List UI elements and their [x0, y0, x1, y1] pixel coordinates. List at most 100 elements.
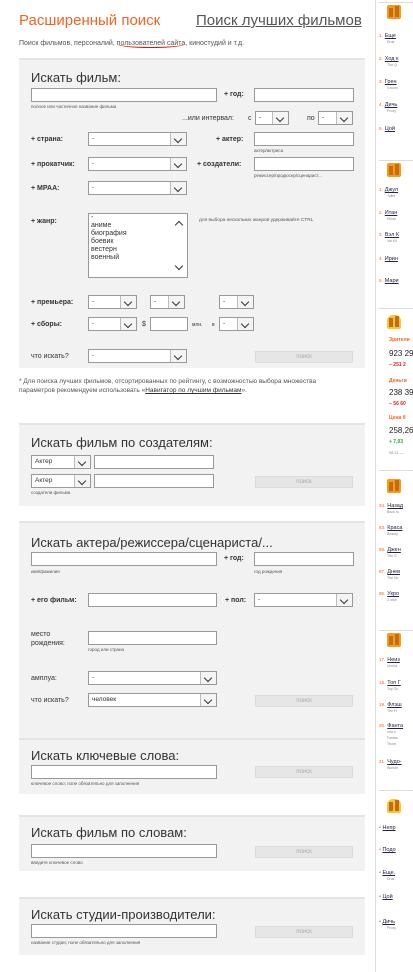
chevron-down-icon: [74, 456, 90, 468]
person-what-select[interactable]: человек: [88, 693, 217, 707]
sidebar-block-ratings: 34. Назад Back to 83. Краса Beauty 88. Джен Th…: [379, 470, 413, 620]
sidebar-item[interactable]: • Еще. Druk: [379, 870, 395, 882]
creators-search-button[interactable]: поиск: [255, 476, 353, 488]
film-search-title: Искать фильм:: [31, 70, 121, 85]
creator-name-input-1[interactable]: [94, 455, 214, 469]
sidebar-item[interactable]: 95. Укро 3 Idiot: [379, 591, 399, 603]
birth-year-input[interactable]: [254, 552, 354, 566]
what-value: -: [92, 352, 95, 359]
boxoffice-region-select[interactable]: -: [219, 317, 254, 331]
keywords-search-button[interactable]: поиск: [255, 766, 353, 778]
sidebar-item[interactable]: 2. Ход к The Q: [379, 56, 398, 68]
premiere-select-3[interactable]: -: [219, 295, 254, 309]
sidebar-item[interactable]: 3. Грен Groom: [379, 79, 398, 91]
country-select[interactable]: -: [88, 132, 187, 146]
sidebar-item[interactable]: 4. Дичь Proxy: [379, 102, 397, 114]
genre-listbox[interactable]: - аниме биография боевик вестерн военный: [88, 213, 188, 278]
film-name-input[interactable]: [31, 88, 217, 102]
distributor-value: -: [92, 160, 95, 167]
chevron-down-icon: [170, 182, 186, 194]
person-film-input[interactable]: [88, 593, 217, 607]
person-search-button[interactable]: поиск: [255, 695, 353, 707]
studios-search-button[interactable]: поиск: [255, 926, 353, 938]
sidebar-item[interactable]: 87. Днев The No: [379, 569, 400, 581]
chevron-down-icon: [336, 594, 352, 606]
sidebar-item[interactable]: 19. Флэш The Fl: [379, 702, 402, 714]
creators-search-panel: Искать фильм по создателям: Актер Актер …: [19, 423, 365, 506]
creator-role-select-2[interactable]: Актер: [31, 474, 91, 488]
item-subtitle: Back to: [387, 510, 399, 514]
sidebar-item[interactable]: 1. Еще Druk: [379, 33, 396, 45]
distributor-select[interactable]: -: [88, 157, 187, 171]
sidebar-item[interactable]: 2. Итан Ethan: [379, 210, 397, 222]
sidebar-item[interactable]: • Подо: [379, 847, 396, 853]
navigator-link[interactable]: Навигатор по лучшим фильмам: [145, 387, 241, 394]
rank: 88.: [379, 547, 386, 552]
item-title[interactable]: Непр: [382, 825, 395, 831]
premiere-select-1[interactable]: -: [88, 295, 137, 309]
genre-scrollbar[interactable]: [173, 214, 187, 277]
sidebar-item[interactable]: • Дичь Proxy: [379, 919, 396, 931]
sidebar-item[interactable]: 4. Ирин: [379, 256, 398, 262]
boxoffice-amount-input[interactable]: [150, 317, 188, 331]
sidebar-item[interactable]: 34. Назад Back to: [379, 503, 403, 515]
creators-input[interactable]: [254, 157, 354, 171]
what-select[interactable]: -: [88, 349, 187, 363]
chevron-down-icon: [336, 112, 352, 124]
sidebar-item[interactable]: 18. Топ Г Top Gu: [379, 680, 401, 692]
gender-select[interactable]: -: [254, 593, 353, 607]
birthplace-label-line: рождения:: [31, 640, 65, 647]
rank: 83.: [379, 525, 386, 530]
film-search-panel: Искать фильм: полное или частичное назва…: [19, 58, 365, 368]
sidebar-item[interactable]: 17. Неиз Uncha: [379, 657, 400, 669]
sidebar-item[interactable]: • Цой: [379, 894, 393, 900]
sidebar-item[interactable]: 5. Мари: [379, 278, 399, 284]
by-words-input[interactable]: [31, 844, 217, 858]
person-what-value: человек: [92, 696, 117, 703]
item-title[interactable]: Цой: [385, 126, 395, 132]
mpaa-select[interactable]: -: [88, 181, 187, 195]
item-subtitle: Wonde: [387, 766, 399, 770]
year-input[interactable]: [254, 88, 354, 102]
creator-name-input-2[interactable]: [94, 474, 214, 488]
person-search-title: Искать актера/режиссера/сценариста/...: [31, 535, 273, 550]
boxoffice-compare-select[interactable]: -: [88, 317, 137, 331]
sidebar-item[interactable]: 5. Цой: [379, 126, 395, 132]
sidebar-item[interactable]: 1. Джул Juliet: [379, 187, 398, 199]
mpaa-value: -: [92, 184, 95, 191]
sidebar-item[interactable]: 83. Краса Beauty: [379, 525, 402, 537]
gender-label: + пол:: [225, 597, 247, 604]
creator-role-select-1[interactable]: Актер: [31, 455, 91, 469]
film-search-button[interactable]: поиск: [255, 351, 353, 363]
person-search-panel: Искать актера/режиссера/сценариста/... и…: [19, 521, 365, 743]
role-select[interactable]: -: [88, 671, 217, 685]
studio-input[interactable]: [31, 924, 217, 938]
sidebar-item[interactable]: 3. Вэл К Val Kil: [379, 232, 399, 244]
keyword-input[interactable]: [31, 765, 217, 779]
item-title[interactable]: Мари: [385, 278, 399, 284]
birthplace-input[interactable]: [88, 631, 217, 645]
best-films-link[interactable]: Поиск лучших фильмов: [196, 12, 362, 29]
rank: 21.: [379, 759, 386, 764]
chevron-up-icon[interactable]: [174, 220, 184, 230]
genre-hint: для выбора нескольких жанров удерживайте…: [199, 218, 314, 223]
sidebar-item[interactable]: • Непр: [379, 825, 396, 831]
sidebar-item[interactable]: 21. Чудо- Wonde: [379, 759, 402, 771]
sidebar-item[interactable]: 88. Джен The G: [379, 547, 401, 559]
person-name-input[interactable]: [31, 552, 217, 566]
item-title[interactable]: Ирин: [385, 256, 398, 262]
premiere-select-2[interactable]: -: [150, 295, 185, 309]
item-title[interactable]: Цой: [382, 894, 392, 900]
bullet-icon: •: [379, 825, 381, 831]
chevron-down-icon[interactable]: [174, 261, 184, 271]
actor-input[interactable]: [254, 132, 354, 146]
interval-to-select[interactable]: -: [318, 111, 353, 125]
item-title[interactable]: Подо: [382, 847, 395, 853]
interval-from-select[interactable]: -: [255, 111, 289, 125]
person-name-hint: имя/фамилия: [31, 569, 60, 574]
sidebar-item[interactable]: 20. Фанта они о Fantas Thom: [379, 723, 403, 747]
gender-value: -: [258, 596, 261, 603]
item-subtitle: Top Gu: [387, 687, 399, 691]
by-words-search-button[interactable]: поиск: [255, 846, 353, 858]
film-name-hint: полное или частичное название фильма: [31, 104, 117, 109]
